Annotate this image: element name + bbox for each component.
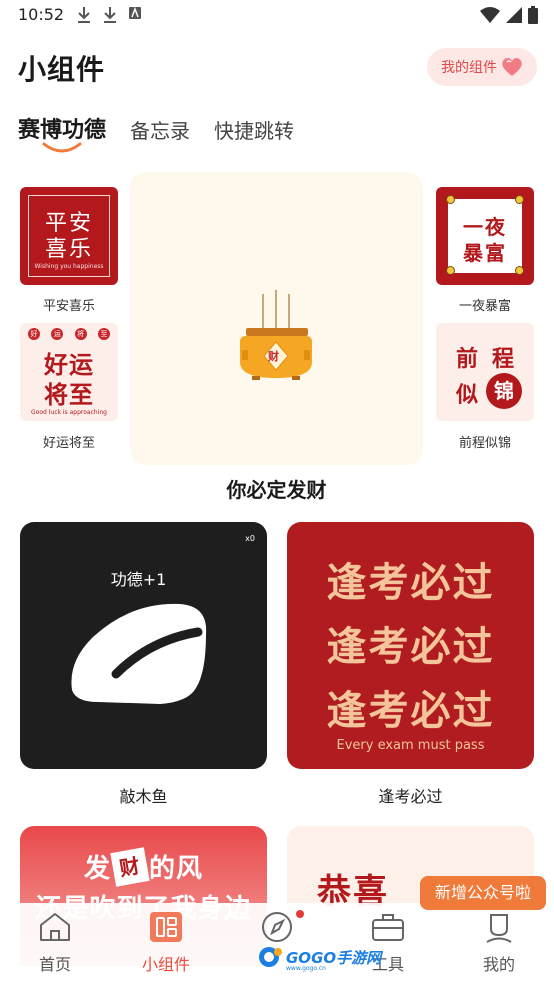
page-title: 小组件 (18, 53, 106, 86)
promo-bubble[interactable]: 新增公众号啦 (420, 876, 546, 910)
kaoshi-line: 逢考必过 (326, 560, 495, 606)
widget-qiancheng-label: 前程似锦 (458, 436, 511, 451)
widget-kaoshi-label: 逢考必过 (378, 787, 443, 806)
dot-char: 将 (74, 328, 87, 340)
incense-burner-icon (240, 290, 312, 380)
notification-dot (296, 910, 304, 918)
battery-icon (528, 6, 538, 24)
nav-label: 首页 (38, 955, 71, 974)
status-notification-icons (76, 6, 142, 24)
widget-kaoshi-card[interactable]: 逢考必过 逢考必过 逢考必过 Every exam must pass (287, 522, 534, 769)
corner-stud (446, 195, 455, 204)
nav-home[interactable]: 首页 (15, 911, 95, 975)
download-icon (104, 7, 116, 23)
widget-dots: 好 运 将 至 (28, 328, 110, 340)
tab-label: 赛博功德 (18, 118, 107, 143)
widget-subtitle: Wishing you happiness (34, 263, 104, 270)
nav-label: 我的 (482, 955, 515, 974)
my-widgets-label: 我的组件 (441, 60, 497, 76)
status-bar: 10:52 (0, 0, 554, 32)
download-icon (78, 7, 90, 23)
widget-haoyun-card[interactable]: 好 运 将 至 好运 将至 Good luck is approaching (20, 323, 118, 421)
dot-char: 运 (51, 328, 64, 340)
kaoshi-line: 逢考必过 (326, 688, 495, 734)
widget-text-line2: 喜乐 (44, 237, 93, 262)
wifi-icon (480, 7, 500, 23)
tab-memo[interactable]: 备忘录 (130, 115, 190, 144)
widget-text-line2: 将至 (44, 381, 94, 409)
widget-text-line2: 暴富 (463, 241, 507, 265)
compass-icon (262, 912, 292, 942)
widgets-icon (150, 912, 182, 942)
status-system-icons (480, 6, 538, 24)
widget-subtitle: Good luck is approaching (31, 409, 107, 416)
gogo-logo-icon (259, 947, 282, 967)
facai-line1: 发 财 的风 (20, 846, 267, 887)
nav-discover[interactable] (237, 911, 317, 951)
widget-char: 似 (456, 383, 479, 408)
toolbox-icon (372, 914, 404, 941)
watermark-logo: GOGO手游网 www.gogo.cn (258, 946, 381, 972)
tab-label: 备忘录 (130, 119, 191, 143)
corner-stud (515, 266, 524, 275)
widget-yiye-label: 一夜暴富 (458, 299, 511, 314)
widget-muyu-card[interactable]: x0 功德+1 (20, 522, 267, 769)
corner-stud (446, 266, 455, 275)
kaoshi-line: 逢考必过 (326, 624, 495, 670)
widget-pingan-card[interactable]: 平安 喜乐 Wishing you happiness (20, 187, 118, 285)
widget-char-circle: 锦 (486, 373, 522, 409)
widget-char: 程 (492, 347, 515, 372)
facai-box-char: 财 (110, 846, 150, 887)
watermark-sub: www.gogo.cn (286, 965, 326, 972)
app-notification-icon (129, 6, 141, 19)
widget-facai-big-card[interactable]: 财 (130, 172, 423, 465)
widget-yiye-card[interactable]: 一夜 暴富 (436, 187, 534, 285)
burner-char: 财 (268, 350, 279, 363)
widget-muyu-label: 敲木鱼 (119, 787, 168, 806)
kaoshi-subtitle: Every exam must pass (336, 738, 485, 753)
tab-bar: 赛博功德 备忘录 快捷跳转 (18, 112, 294, 153)
corner-stud (515, 195, 524, 204)
signal-icon (506, 7, 522, 23)
nav-profile[interactable]: 我的 (459, 911, 539, 975)
home-icon (40, 913, 70, 941)
tab-active-indicator (42, 142, 82, 153)
nav-label: 小组件 (141, 955, 190, 974)
my-widgets-button[interactable]: 我的组件 (427, 48, 537, 86)
facai-char: 的风 (149, 854, 204, 884)
widget-text-line1: 一夜 (463, 215, 507, 239)
widget-char: 前 (456, 347, 479, 372)
bottom-nav: 首页 小组件 工具 我的 (0, 903, 554, 984)
widget-qiancheng-card[interactable]: 前 程 似 锦 (436, 323, 534, 421)
status-time: 10:52 (18, 5, 65, 24)
nav-widgets[interactable]: 小组件 (126, 911, 206, 975)
widget-haoyun-label: 好运将至 (42, 436, 95, 451)
profile-icon (486, 914, 512, 943)
tab-shortcut[interactable]: 快捷跳转 (214, 115, 294, 144)
dot-char: 至 (97, 328, 110, 340)
tab-cyber-merit[interactable]: 赛博功德 (18, 112, 107, 153)
wooden-fish-icon (71, 603, 207, 704)
tab-label: 快捷跳转 (214, 119, 295, 143)
dot-char: 好 (28, 328, 40, 340)
widget-facai-caption: 你必定发财 (226, 478, 327, 502)
widget-pingan-label: 平安喜乐 (42, 299, 95, 314)
heart-icon (502, 58, 522, 76)
facai-char: 发 (83, 854, 111, 884)
